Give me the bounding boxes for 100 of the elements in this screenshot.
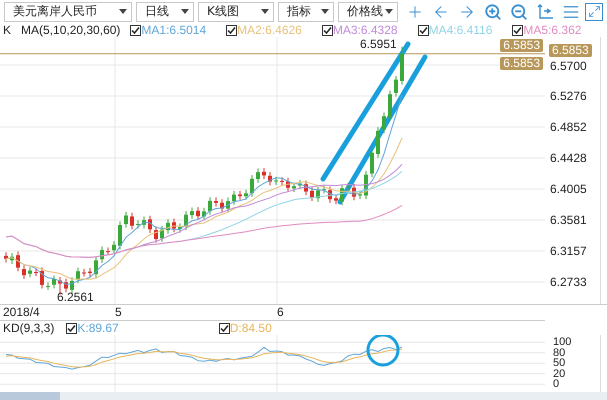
- candlestick: [394, 76, 398, 98]
- kd-axis-label: 100: [552, 337, 572, 348]
- candlestick: [166, 219, 170, 235]
- ma-params-label: MA(5,10,20,30,60): [21, 23, 120, 38]
- kd-axis-label: 20: [552, 368, 566, 380]
- candlestick: [334, 194, 338, 206]
- kd-params-label: KD(9,3,3): [3, 321, 54, 336]
- candlestick: [310, 187, 314, 202]
- axis-icon[interactable]: [536, 2, 554, 21]
- candlestick: [34, 268, 38, 278]
- candlestick: [148, 216, 152, 234]
- candlestick: [214, 197, 218, 208]
- dropdown[interactable]: K线图: [198, 2, 274, 22]
- candlestick: [184, 211, 188, 232]
- kd-axis-label: 0: [552, 379, 560, 390]
- candlestick: [262, 168, 266, 180]
- dropdown[interactable]: 美元离岸人民币: [4, 2, 132, 22]
- caret-icon: [181, 9, 189, 14]
- ma-value-label: MA5:6.362: [523, 23, 582, 38]
- candlestick: [94, 256, 98, 279]
- candlestick: [346, 182, 350, 192]
- caret-icon: [119, 9, 127, 14]
- candlestick: [232, 190, 236, 206]
- candlestick: [46, 282, 50, 291]
- ma-value-label: MA2:6.4626: [237, 23, 302, 38]
- candlestick: [250, 175, 254, 198]
- date-axis-label: 2018/4: [3, 305, 40, 320]
- checkbox[interactable]: [226, 24, 238, 36]
- candlestick: [10, 253, 14, 265]
- candlestick: [382, 112, 386, 134]
- ma-value-label: MA4:6.4116: [428, 23, 492, 38]
- candlestick: [304, 180, 308, 196]
- candlestick: [196, 207, 200, 221]
- candlestick: [22, 265, 26, 280]
- price-axis-label: 6.2733: [550, 275, 587, 290]
- dropdown[interactable]: 指标: [278, 2, 334, 22]
- candlestick: [76, 268, 80, 284]
- candlestick: [274, 176, 278, 186]
- scrollbar-thumb[interactable]: [0, 392, 60, 400]
- candlestick: [268, 172, 272, 186]
- candlestick: [40, 267, 44, 290]
- ma-value-label: MA1:6.5014: [141, 23, 206, 38]
- kd-value-label: D:84.50: [230, 321, 272, 336]
- candlestick: [64, 278, 68, 294]
- caret-icon: [321, 9, 329, 14]
- candlestick: [256, 168, 260, 184]
- candlestick: [52, 275, 56, 290]
- candlestick: [4, 252, 8, 264]
- price-tag: 6.5853: [549, 44, 592, 58]
- candlestick: [16, 252, 20, 272]
- candlestick: [136, 220, 140, 230]
- price-axis-label: 6.4005: [550, 182, 587, 196]
- price-axis-label: 6.3157: [550, 244, 587, 258]
- caret-icon: [261, 9, 269, 14]
- candlestick: [340, 184, 344, 206]
- candlestick: [244, 190, 248, 201]
- candlestick: [28, 266, 32, 278]
- caret-icon: [385, 9, 393, 14]
- candlestick: [238, 190, 242, 201]
- candlestick: [112, 241, 116, 255]
- dropdown[interactable]: 价格线: [338, 2, 398, 22]
- candlestick: [100, 246, 104, 264]
- candlestick: [388, 90, 392, 122]
- kd-axis-label: 80: [552, 348, 566, 358]
- candlestick: [364, 171, 368, 200]
- candlestick: [172, 218, 176, 234]
- checkbox[interactable]: [66, 322, 78, 334]
- candlestick: [88, 268, 92, 278]
- checkbox[interactable]: [130, 24, 142, 36]
- candlestick: [124, 212, 128, 229]
- candlestick: [220, 199, 224, 214]
- kd-value-label: K:89.67: [77, 321, 119, 336]
- candlestick: [286, 178, 290, 192]
- candlestick: [202, 208, 206, 222]
- candlestick: [106, 247, 110, 256]
- candlestick: [400, 46, 404, 86]
- expand-button[interactable]: [585, 2, 603, 21]
- candlestick: [130, 212, 134, 230]
- candlestick: [316, 186, 320, 203]
- date-axis-label: 5: [115, 305, 122, 320]
- candlestick: [280, 177, 284, 187]
- price-axis-label: 6.5276: [550, 89, 587, 104]
- candlestick: [160, 226, 164, 243]
- checkbox[interactable]: [418, 24, 429, 36]
- price-axis-label: 6.4852: [550, 120, 587, 134]
- candlestick: [376, 127, 380, 159]
- price-axis-label: 6.4428: [550, 151, 587, 166]
- chart-type-label: K: [3, 23, 12, 38]
- scrollbar[interactable]: [0, 392, 607, 400]
- price-tag: 6.5853: [500, 57, 543, 70]
- low-price-label: 6.2561: [57, 290, 94, 304]
- candlestick: [142, 216, 146, 230]
- checkbox[interactable]: [512, 24, 524, 36]
- checkbox[interactable]: [218, 322, 230, 334]
- candlestick: [118, 221, 122, 250]
- zoom-in-icon[interactable]: [484, 2, 502, 21]
- checkbox[interactable]: [322, 24, 333, 36]
- dropdown[interactable]: 日线: [136, 2, 194, 22]
- candlestick: [190, 207, 194, 220]
- candlestick: [292, 182, 296, 193]
